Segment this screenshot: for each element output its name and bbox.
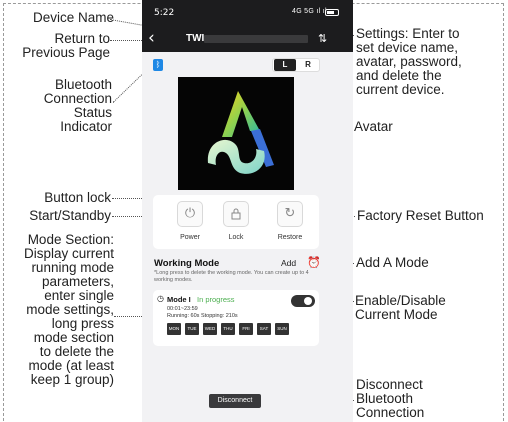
label-mode-2: Display current: [23, 246, 114, 261]
label-mode-1: Mode Section:: [27, 232, 114, 247]
day-sat: SAT: [257, 323, 271, 335]
status-bar: 5:22 4G 5G ıl ıl: [142, 0, 353, 26]
mode-status: In progress: [197, 295, 235, 304]
bluetooth-icon: ᛒ: [153, 59, 163, 71]
channel-left-button[interactable]: L: [274, 59, 296, 71]
label-enable-2: Current Mode: [355, 307, 438, 322]
day-tue: TUE: [185, 323, 199, 335]
label-bluetooth-4: Indicator: [60, 119, 112, 134]
power-label: Power: [180, 234, 200, 241]
device-name-redaction: [204, 35, 308, 43]
label-settings-1: Settings: Enter to: [356, 26, 460, 41]
mode-enable-toggle[interactable]: [291, 295, 315, 307]
label-mode-4: parameters,: [41, 274, 114, 289]
day-thu: THU: [221, 323, 235, 335]
device-controls: ⏻ Power Lock ↻ Restore: [153, 195, 319, 249]
label-disconnect-2: Bluetooth: [356, 391, 414, 406]
day-sun: SUN: [275, 323, 289, 335]
label-add-mode: Add A Mode: [356, 255, 429, 270]
lock-glyph: [231, 208, 241, 220]
label-settings-2: set device name,: [356, 40, 459, 55]
status-time: 5:22: [154, 8, 175, 18]
label-enable-1: Enable/Disable: [355, 293, 446, 308]
label-mode-11: keep 1 group): [30, 372, 114, 387]
lock-icon[interactable]: [223, 201, 249, 227]
label-mode-9: to delete the: [39, 344, 114, 359]
label-mode-6: mode settings,: [26, 302, 114, 317]
restore-label: Restore: [277, 234, 303, 241]
signal-icon: 4G 5G ıl ıl: [292, 8, 327, 15]
phone-screen: 5:22 4G 5G ıl ıl ‹ TWI ⇅ ᛒ L R ⏻ Power L…: [142, 0, 353, 422]
mode-name: Mode I: [167, 295, 191, 304]
label-start-standby: Start/Standby: [29, 208, 111, 223]
restore-icon[interactable]: ↻: [277, 201, 303, 227]
chevron-left-icon[interactable]: ‹: [148, 28, 155, 48]
label-mode-7: long press: [51, 316, 114, 331]
label-bluetooth-2: Connection: [43, 91, 112, 106]
label-button-lock: Button lock: [44, 190, 111, 205]
device-name-title: TWI: [186, 33, 205, 44]
label-settings-5: current device.: [356, 82, 445, 97]
nav-bar: ‹ TWI ⇅: [142, 26, 353, 52]
label-mode-10: mode (at least: [28, 358, 114, 373]
add-mode-label[interactable]: Add: [281, 258, 296, 268]
label-mode-5: enter single: [44, 288, 114, 303]
label-settings-4: and delete the: [356, 68, 442, 83]
add-alarm-icon[interactable]: ⏰: [307, 256, 321, 269]
mode-run-stop: Running: 60s Stopping: 210s: [167, 313, 238, 319]
day-wed: WED: [203, 323, 217, 335]
channel-selector: L R: [272, 58, 320, 72]
sliders-icon[interactable]: ⇅: [318, 32, 327, 45]
label-return-2: Previous Page: [22, 45, 110, 60]
label-settings-3: avatar, password,: [356, 54, 462, 69]
label-mode-8: mode section: [33, 330, 114, 345]
label-factory-reset: Factory Reset Button: [357, 208, 484, 223]
label-disconnect-1: Disconnect: [356, 377, 423, 392]
battery-icon: [325, 9, 339, 16]
label-device-name: Device Name: [33, 10, 115, 25]
day-fri: FRI: [239, 323, 253, 335]
working-mode-title: Working Mode: [154, 258, 220, 269]
label-avatar: Avatar: [354, 119, 393, 134]
mode-time-range: 00:01~23:59: [167, 306, 198, 312]
day-mon: MON: [167, 323, 181, 335]
avatar-logo-icon: [207, 91, 274, 174]
working-mode-note: *Long press to delete the working mode. …: [154, 270, 309, 283]
label-disconnect-3: Connection: [356, 405, 425, 420]
label-mode-3: running mode: [31, 260, 114, 275]
mode-card[interactable]: ◷ Mode I In progress 00:01~23:59 Running…: [153, 290, 319, 346]
label-bluetooth-1: Bluetooth: [54, 77, 112, 92]
avatar[interactable]: [178, 77, 294, 190]
label-bluetooth-3: Status: [73, 105, 112, 120]
disconnect-button[interactable]: Disconnect: [209, 394, 261, 408]
clock-icon: ◷: [157, 294, 164, 303]
label-return-1: Return to: [54, 31, 110, 46]
lock-label: Lock: [228, 234, 244, 241]
power-icon[interactable]: ⏻: [177, 201, 203, 227]
channel-right-button[interactable]: R: [297, 59, 319, 71]
